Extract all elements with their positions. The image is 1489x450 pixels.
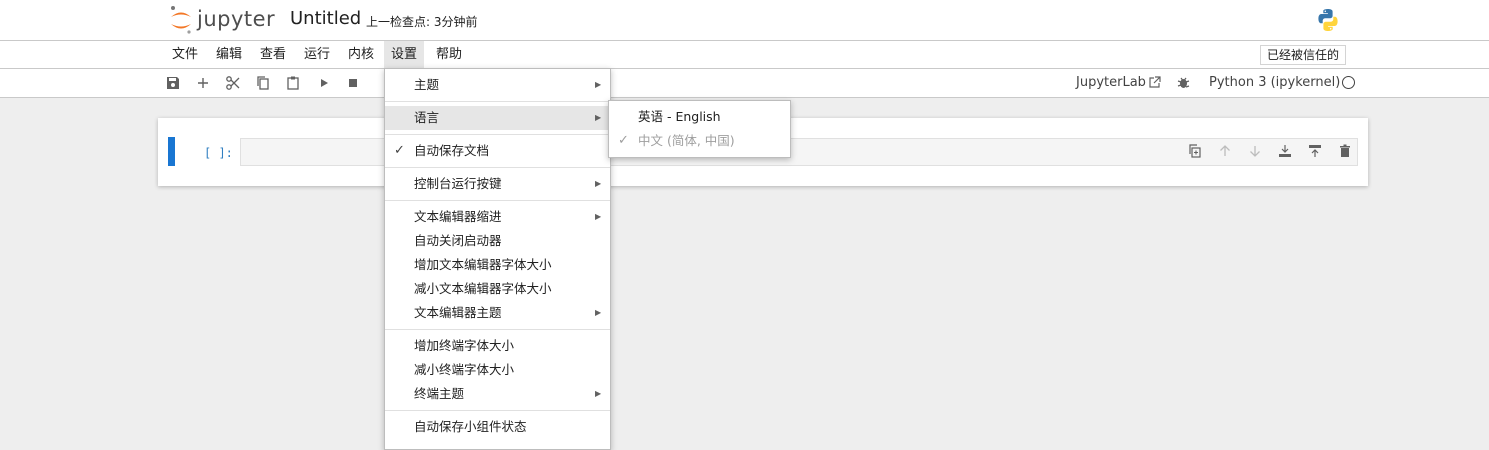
duplicate-cell-button[interactable] xyxy=(1188,144,1202,158)
add-cell-button[interactable] xyxy=(195,75,211,91)
menu-item-label: 自动保存小组件状态 xyxy=(414,419,527,434)
menu-item-autosave[interactable]: ✓ 自动保存文档 xyxy=(385,139,610,163)
run-icon xyxy=(321,79,328,87)
menu-run[interactable]: 运行 xyxy=(297,41,337,68)
move-up-button[interactable] xyxy=(1218,144,1232,158)
menu-file[interactable]: 文件 xyxy=(165,41,205,68)
insert-below-icon xyxy=(1309,145,1321,157)
insert-above-button[interactable] xyxy=(1278,144,1292,158)
header: jupyter Untitled 上一检查点: 3分钟前 xyxy=(0,0,1489,41)
menu-kernel[interactable]: 内核 xyxy=(341,41,381,68)
insert-above-icon xyxy=(1279,145,1291,157)
toolbar: JupyterLab Python 3 (ipykernel) xyxy=(0,69,1489,98)
arrow-down-icon xyxy=(1250,146,1260,157)
menu-item-label: 文本编辑器主题 xyxy=(414,305,502,320)
jupyter-logo[interactable]: jupyter xyxy=(168,4,278,36)
save-button[interactable] xyxy=(165,75,181,91)
menu-item-label: 自动保存文档 xyxy=(414,143,490,158)
menu-item-label: 终端主题 xyxy=(414,386,465,401)
menu-edit[interactable]: 编辑 xyxy=(209,41,249,68)
menu-item-terminal-theme[interactable]: 终端主题 ▶ xyxy=(385,382,610,406)
stop-icon xyxy=(349,79,357,87)
menu-item-label: 自动关闭启动器 xyxy=(414,233,502,248)
language-option-label: 中文 (简体, 中国) xyxy=(638,133,735,148)
cell-active-indicator xyxy=(168,137,175,166)
python-logo-icon xyxy=(1318,9,1338,31)
menu-item-label: 主题 xyxy=(414,77,440,92)
add-icon xyxy=(198,78,208,88)
menu-item-increase-terminal-font[interactable]: 增加终端字体大小 xyxy=(385,334,610,358)
menu-item-label: 控制台运行按键 xyxy=(414,176,502,191)
menu-item-editor-theme[interactable]: 文本编辑器主题 ▶ xyxy=(385,301,610,325)
menu-item-increase-editor-font[interactable]: 增加文本编辑器字体大小 xyxy=(385,253,610,277)
jupyterlab-link[interactable]: JupyterLab xyxy=(1076,75,1146,90)
save-icon xyxy=(167,77,179,89)
language-submenu: 英语 - English ✓ 中文 (简体, 中国) xyxy=(608,100,791,158)
submenu-arrow-icon: ▶ xyxy=(595,80,602,89)
menu-divider xyxy=(385,134,610,135)
checkmark-icon: ✓ xyxy=(618,133,629,148)
menu-item-theme[interactable]: 主题 ▶ xyxy=(385,73,610,97)
menu-item-autoclose-launcher[interactable]: 自动关闭启动器 xyxy=(385,229,610,253)
menu-item-label: 减小文本编辑器字体大小 xyxy=(414,281,552,296)
logo-text: jupyter xyxy=(197,7,276,31)
notebook-title[interactable]: Untitled xyxy=(290,8,361,29)
menu-help[interactable]: 帮助 xyxy=(429,41,469,68)
copy-icon xyxy=(257,76,269,90)
bug-icon[interactable] xyxy=(1176,75,1191,90)
language-option-label: 英语 - English xyxy=(638,109,721,124)
menu-item-decrease-editor-font[interactable]: 减小文本编辑器字体大小 xyxy=(385,277,610,301)
stop-button[interactable] xyxy=(345,75,361,91)
menu-item-decrease-terminal-font[interactable]: 减小终端字体大小 xyxy=(385,358,610,382)
menu-item-language[interactable]: 语言 ▶ xyxy=(385,106,610,130)
submenu-arrow-icon: ▶ xyxy=(595,389,602,398)
cell-prompt: [ ]: xyxy=(204,146,233,160)
run-button[interactable] xyxy=(316,75,332,91)
delete-cell-button[interactable] xyxy=(1338,144,1352,158)
external-link-icon[interactable] xyxy=(1148,76,1161,89)
cut-icon xyxy=(226,76,240,90)
checkpoint-status: 上一检查点: 3分钟前 xyxy=(366,15,478,29)
paste-icon xyxy=(287,76,299,90)
submenu-arrow-icon: ▶ xyxy=(595,212,602,221)
jupyter-logo-icon xyxy=(171,6,191,34)
menu-divider xyxy=(385,410,610,411)
menu-item-editor-indent[interactable]: 文本编辑器缩进 ▶ xyxy=(385,205,610,229)
menu-settings[interactable]: 设置 xyxy=(384,41,425,68)
language-option-english[interactable]: 英语 - English xyxy=(609,105,790,129)
menu-item-label: 增加文本编辑器字体大小 xyxy=(414,257,552,272)
insert-below-button[interactable] xyxy=(1308,144,1322,158)
menu-item-label: 减小终端字体大小 xyxy=(414,362,515,377)
menu-item-autosave-widget-state[interactable]: 自动保存小组件状态 xyxy=(385,415,610,439)
submenu-arrow-icon: ▶ xyxy=(595,308,602,317)
cut-button[interactable] xyxy=(225,75,241,91)
menubar: 文件 编辑 查看 运行 内核 设置 帮助 已经被信任的 xyxy=(0,41,1489,69)
language-option-chinese: ✓ 中文 (简体, 中国) xyxy=(609,129,790,153)
menu-item-label: 增加终端字体大小 xyxy=(414,338,515,353)
menu-divider xyxy=(385,167,610,168)
duplicate-icon xyxy=(1189,144,1201,158)
menu-item-label: 语言 xyxy=(414,110,440,125)
menu-view[interactable]: 查看 xyxy=(253,41,293,68)
menu-item-label: 文本编辑器缩进 xyxy=(414,209,502,224)
submenu-arrow-icon: ▶ xyxy=(595,179,602,188)
checkmark-icon: ✓ xyxy=(394,143,405,158)
copy-button[interactable] xyxy=(255,75,271,91)
trusted-indicator[interactable]: 已经被信任的 xyxy=(1260,45,1347,65)
paste-button[interactable] xyxy=(285,75,301,91)
arrow-up-icon xyxy=(1220,145,1230,156)
menu-divider xyxy=(385,200,610,201)
kernel-status-icon xyxy=(1342,76,1355,89)
menu-item-console-run-keys[interactable]: 控制台运行按键 ▶ xyxy=(385,172,610,196)
trash-icon xyxy=(1340,144,1350,157)
kernel-name[interactable]: Python 3 (ipykernel) xyxy=(1209,75,1340,90)
settings-menu: 主题 ▶ 语言 ▶ ✓ 自动保存文档 控制台运行按键 ▶ 文本编辑器缩进 ▶ 自… xyxy=(384,68,611,450)
submenu-arrow-icon: ▶ xyxy=(595,113,602,122)
menu-divider xyxy=(385,101,610,102)
menu-divider xyxy=(385,329,610,330)
move-down-button[interactable] xyxy=(1248,144,1262,158)
